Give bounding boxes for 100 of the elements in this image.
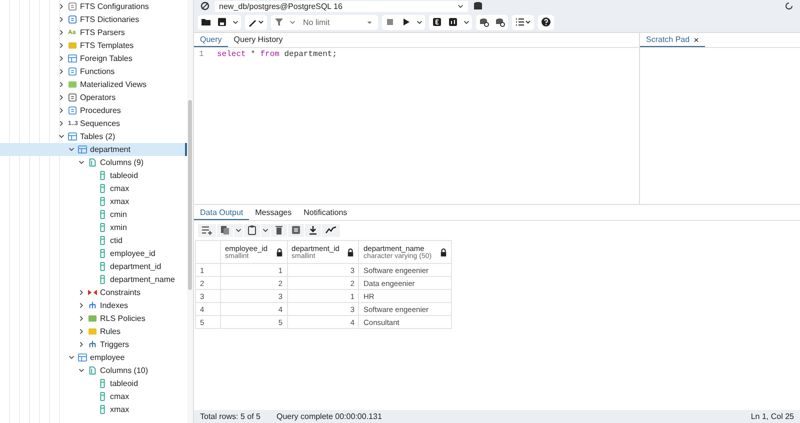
tree-item[interactable]: Columns (10) bbox=[0, 364, 187, 377]
tree-item[interactable]: Functions bbox=[0, 65, 187, 78]
column-icon bbox=[98, 210, 107, 219]
output-tab[interactable]: Notifications bbox=[298, 205, 354, 220]
chevron-right-icon[interactable] bbox=[58, 120, 65, 127]
chevron-down-icon[interactable] bbox=[78, 159, 85, 166]
query-status: Query complete 00:00:00.131 bbox=[276, 412, 382, 421]
chevron-down-icon[interactable] bbox=[78, 367, 85, 374]
chevron-right-icon[interactable] bbox=[78, 289, 85, 296]
delete-icon[interactable] bbox=[271, 224, 287, 236]
tree-item[interactable]: FTS Dictionaries bbox=[0, 13, 187, 26]
chevron-right-icon[interactable] bbox=[58, 94, 65, 101]
chevron-down-icon[interactable] bbox=[234, 224, 243, 236]
tree-item[interactable]: tableoid bbox=[0, 377, 187, 390]
scrollbar[interactable] bbox=[187, 0, 193, 423]
column-icon bbox=[98, 197, 107, 206]
tree-item[interactable]: Foreign Tables bbox=[0, 52, 187, 65]
tree-item[interactable]: Procedures bbox=[0, 104, 187, 117]
line-number: 1 bbox=[198, 50, 205, 58]
tree-item[interactable]: cmax bbox=[0, 390, 187, 403]
tree-item[interactable]: Columns (9) bbox=[0, 156, 187, 169]
column-icon bbox=[98, 262, 107, 271]
tree-item[interactable]: Tables (2) bbox=[0, 130, 187, 143]
chevron-right-icon[interactable] bbox=[58, 42, 65, 49]
scratch-pad-tab[interactable]: Scratch Pad × bbox=[640, 33, 705, 47]
hierarchy-icon bbox=[88, 301, 97, 310]
editor-tab[interactable]: Query History bbox=[228, 33, 289, 47]
table-icon bbox=[78, 353, 87, 362]
tree-item[interactable]: FTS Templates bbox=[0, 39, 187, 52]
row-count: Total rows: 5 of 5 bbox=[200, 412, 260, 421]
output-tab[interactable]: Data Output bbox=[194, 205, 250, 220]
chevron-down-icon[interactable] bbox=[261, 224, 270, 236]
chevron-down-icon[interactable] bbox=[68, 146, 75, 153]
columns-icon bbox=[88, 158, 97, 167]
chevron-right-icon[interactable] bbox=[58, 16, 65, 23]
sql-editor[interactable]: 1 select * from department; bbox=[194, 48, 639, 204]
tree-item[interactable]: cmax bbox=[0, 182, 187, 195]
column-icon bbox=[98, 405, 107, 414]
columns-icon bbox=[88, 366, 97, 375]
chevron-right-icon[interactable] bbox=[58, 68, 65, 75]
tree-item[interactable]: Indexes bbox=[0, 299, 187, 312]
save-data-icon[interactable] bbox=[288, 224, 304, 236]
tree-item[interactable]: Triggers bbox=[0, 338, 187, 351]
chevron-right-icon[interactable] bbox=[58, 107, 65, 114]
tree-item[interactable]: cmin bbox=[0, 208, 187, 221]
chevron-down-icon[interactable] bbox=[58, 133, 65, 140]
tree-item[interactable]: department_name bbox=[0, 273, 187, 286]
tree-item[interactable]: employee bbox=[0, 351, 187, 364]
copy-icon[interactable] bbox=[217, 224, 233, 236]
chevron-right-icon[interactable] bbox=[58, 29, 65, 36]
tree-item[interactable]: department bbox=[0, 143, 187, 156]
chevron-right-icon[interactable] bbox=[78, 341, 85, 348]
download-icon[interactable] bbox=[305, 224, 321, 236]
tree-item[interactable]: Rules bbox=[0, 325, 187, 338]
chevron-right-icon[interactable] bbox=[78, 315, 85, 322]
chevron-right-icon[interactable] bbox=[58, 3, 65, 10]
output-tab[interactable]: Messages bbox=[249, 205, 298, 220]
refresh-icon[interactable] bbox=[784, 1, 794, 11]
column-icon bbox=[98, 392, 107, 401]
table-icon bbox=[78, 145, 87, 154]
tree-item[interactable]: Materialized Views bbox=[0, 78, 187, 91]
connection-dropdown[interactable]: new_db/postgres@PostgreSQL 16 bbox=[215, 0, 468, 12]
add-row-icon[interactable] bbox=[198, 224, 216, 236]
column-icon bbox=[98, 275, 107, 284]
table-icon bbox=[68, 132, 77, 141]
column-icon bbox=[98, 379, 107, 388]
tree-item[interactable]: xmax bbox=[0, 195, 187, 208]
chevron-right-icon[interactable] bbox=[78, 302, 85, 309]
tree-item[interactable]: Operators bbox=[0, 91, 187, 104]
code-line: select * from department; bbox=[217, 50, 338, 58]
tree-item[interactable]: ctid bbox=[0, 234, 187, 247]
column-icon bbox=[98, 223, 107, 232]
chevron-right-icon[interactable] bbox=[58, 55, 65, 62]
scrollbar-thumb[interactable] bbox=[188, 100, 192, 290]
column-icon bbox=[98, 171, 107, 180]
table-icon bbox=[68, 54, 77, 63]
chevron-down-icon bbox=[457, 2, 464, 10]
chevron-right-icon[interactable] bbox=[78, 328, 85, 335]
cursor-position: Ln 1, Col 25 bbox=[750, 412, 794, 421]
tree-item[interactable]: tableoid bbox=[0, 169, 187, 182]
tree-item[interactable]: employee_id bbox=[0, 247, 187, 260]
tree-item[interactable]: FTS Configurations bbox=[0, 0, 187, 13]
tree-item[interactable]: xmin bbox=[0, 221, 187, 234]
tree-item[interactable]: RLS Policies bbox=[0, 312, 187, 325]
database-icon[interactable] bbox=[473, 1, 483, 11]
chevron-down-icon[interactable] bbox=[68, 354, 75, 361]
chevron-right-icon[interactable] bbox=[58, 81, 65, 88]
caret-down-icon bbox=[366, 18, 373, 26]
clipboard-icon[interactable] bbox=[244, 224, 260, 236]
document-icon bbox=[68, 2, 77, 11]
close-icon[interactable]: × bbox=[694, 34, 699, 44]
tree-item[interactable]: xmax bbox=[0, 403, 187, 416]
tree-item[interactable]: department_id bbox=[0, 260, 187, 273]
graph-icon[interactable] bbox=[322, 224, 340, 236]
column-icon bbox=[98, 249, 107, 258]
tree-item[interactable]: Constraints bbox=[0, 286, 187, 299]
connection-icon[interactable] bbox=[200, 1, 210, 11]
column-icon bbox=[98, 236, 107, 245]
column-icon bbox=[98, 184, 107, 193]
editor-tab[interactable]: Query bbox=[194, 33, 228, 47]
